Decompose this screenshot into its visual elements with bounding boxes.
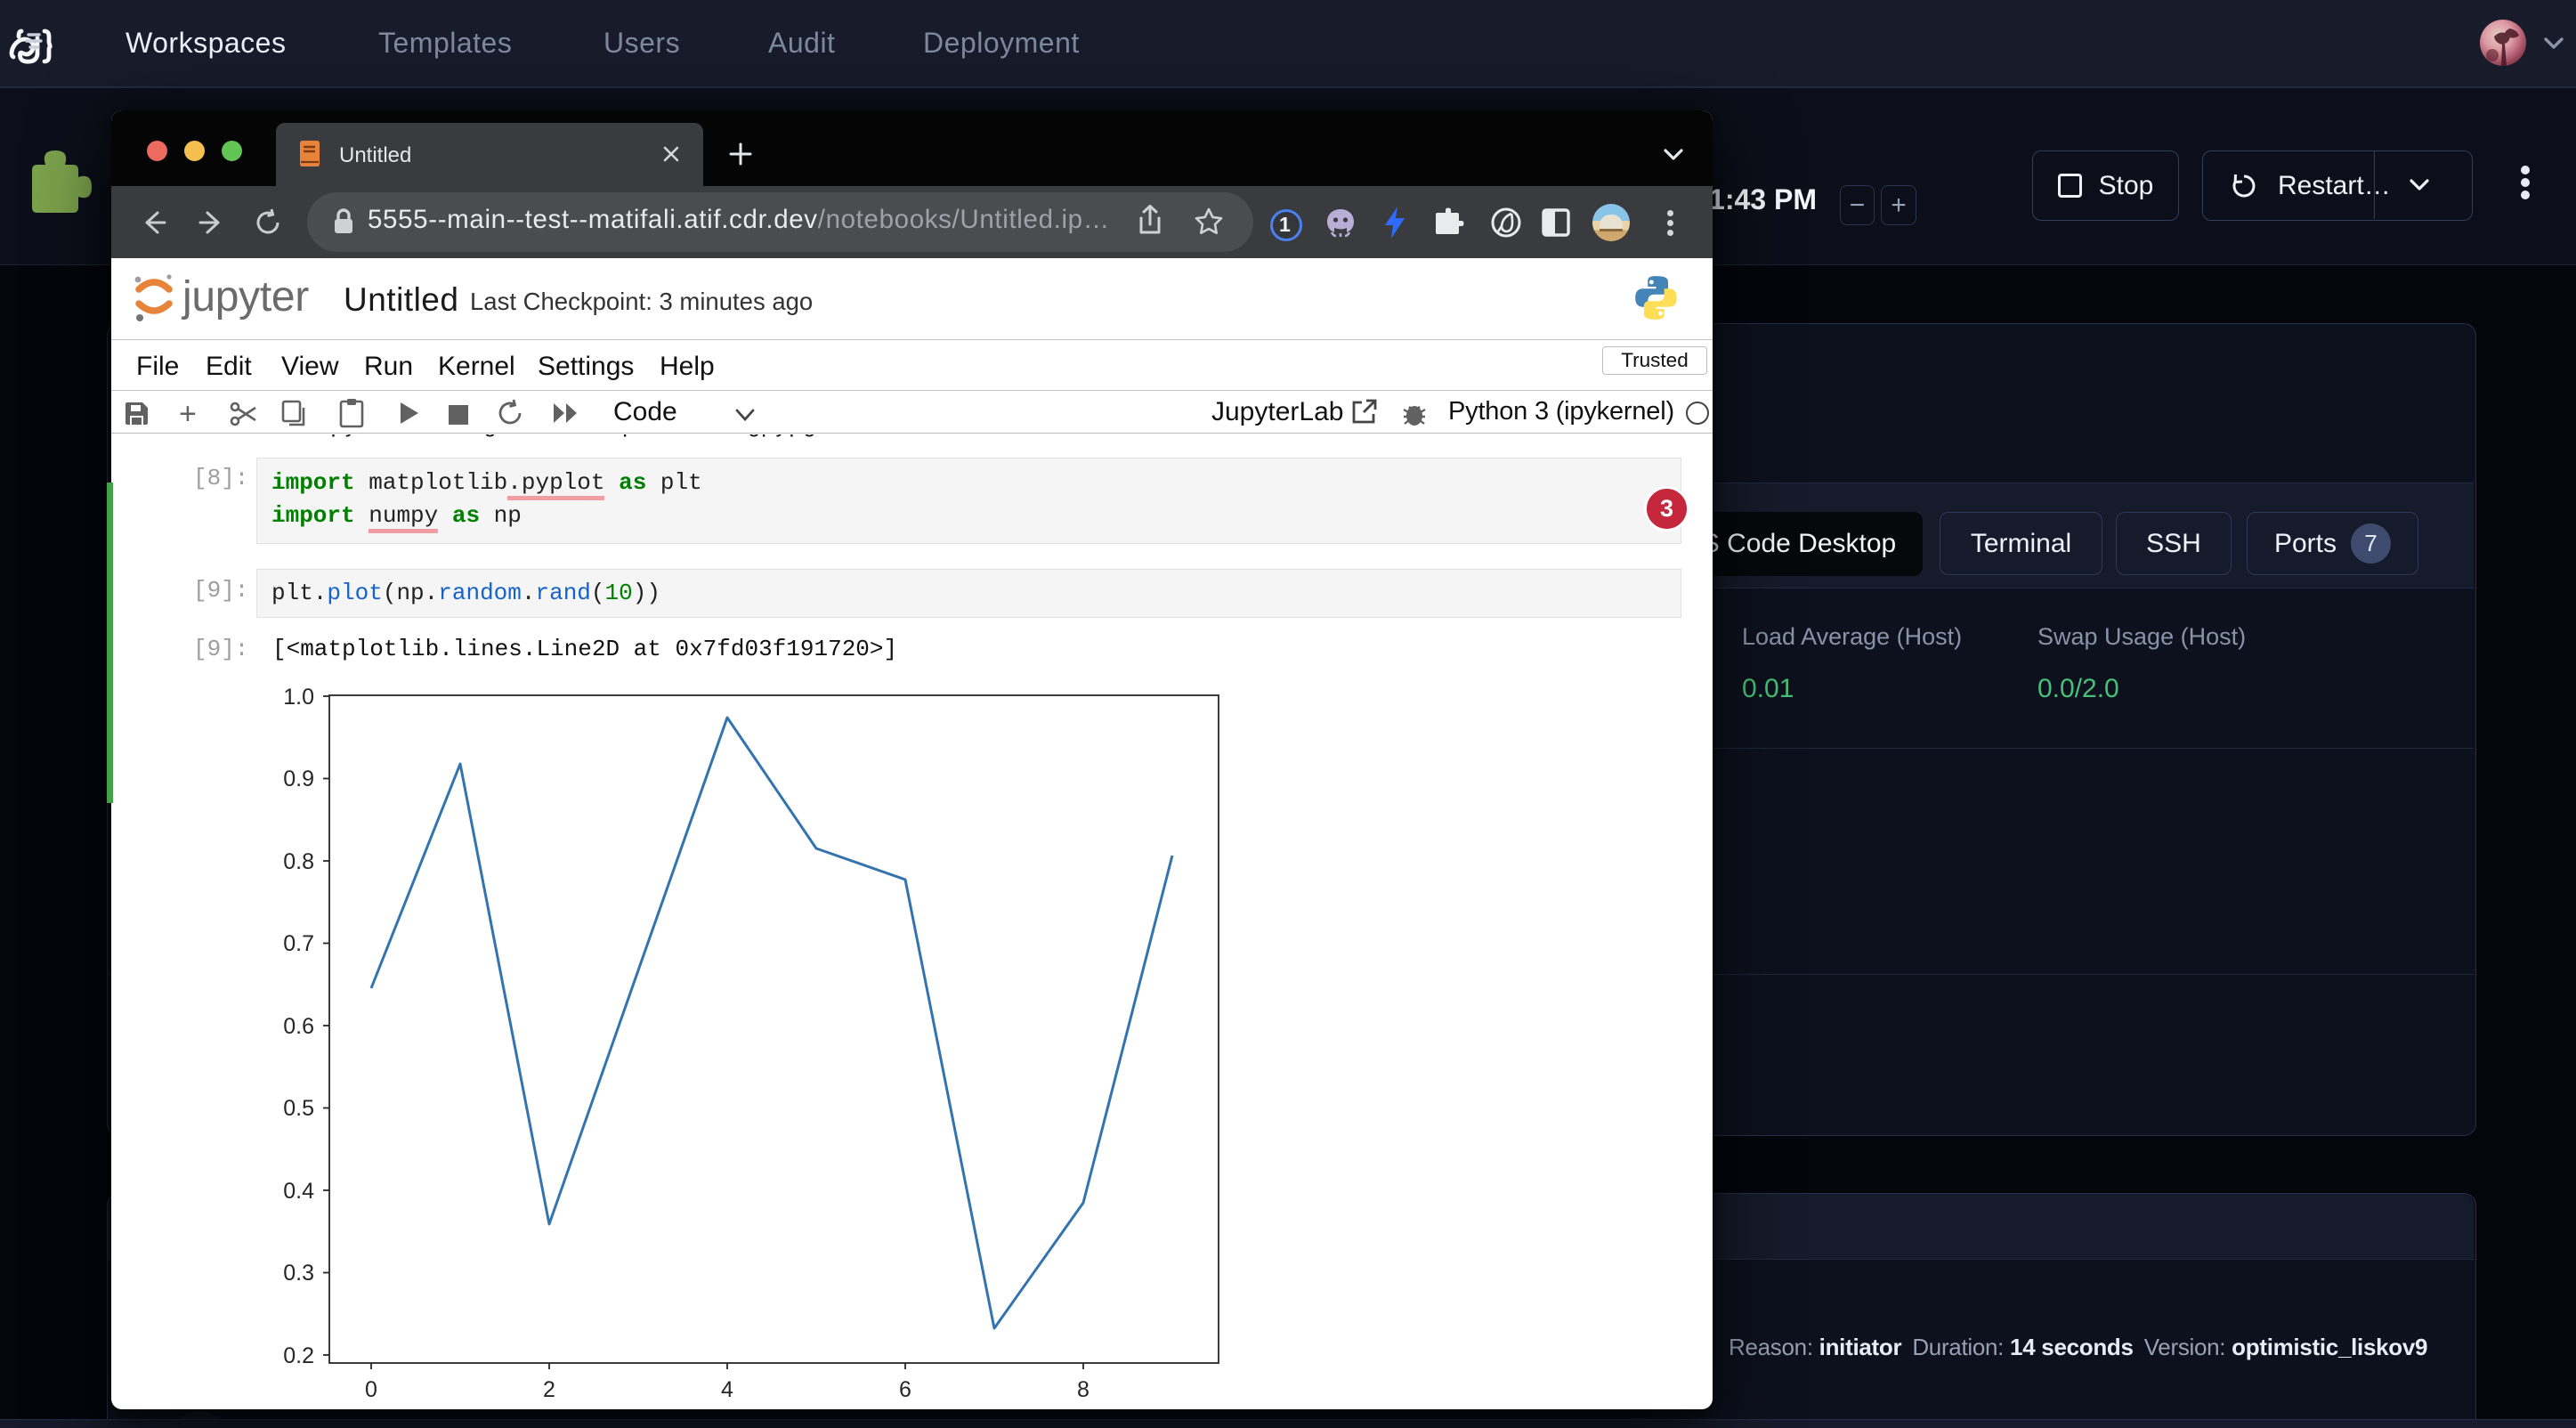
svg-text:2: 2 bbox=[543, 1377, 555, 1402]
svg-text:0.8: 0.8 bbox=[283, 849, 314, 874]
svg-text:0.6: 0.6 bbox=[283, 1014, 314, 1039]
svg-text:0.5: 0.5 bbox=[283, 1096, 314, 1121]
svg-text:4: 4 bbox=[721, 1377, 733, 1402]
svg-text:1.0: 1.0 bbox=[283, 685, 314, 710]
svg-text:0.4: 0.4 bbox=[283, 1179, 314, 1204]
svg-text:6: 6 bbox=[899, 1377, 911, 1402]
svg-text:0: 0 bbox=[365, 1377, 377, 1402]
svg-text:0.3: 0.3 bbox=[283, 1261, 314, 1286]
svg-text:0.2: 0.2 bbox=[283, 1343, 314, 1368]
svg-text:8: 8 bbox=[1077, 1377, 1090, 1402]
svg-text:0.9: 0.9 bbox=[283, 767, 314, 791]
svg-text:0.7: 0.7 bbox=[283, 931, 314, 956]
